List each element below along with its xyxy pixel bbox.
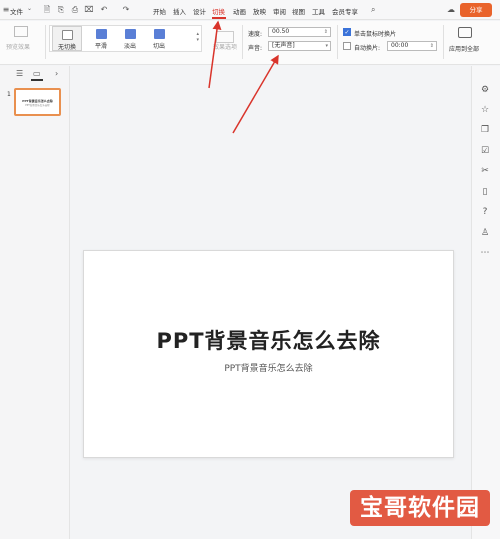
- settings-sliders-icon[interactable]: ⚙: [479, 84, 491, 96]
- slide-number: 1: [7, 91, 11, 98]
- cloud-icon[interactable]: ☁: [447, 5, 455, 14]
- gallery-more-icon[interactable]: ▴ ▾: [196, 31, 199, 43]
- menu-bar: ≡ 文件 ⌄ 🗎 ⎘ ⎙ ⌧ ↶ ↷ 开始 插入 设计 切换 动画 放映 审阅 …: [0, 0, 500, 20]
- transition-cut[interactable]: 切出: [144, 26, 174, 51]
- arrow-to-sound-select: [232, 54, 279, 134]
- divider: [45, 25, 46, 59]
- tab-member[interactable]: 会员专享: [332, 6, 358, 16]
- slide-canvas[interactable]: PPT背景音乐怎么去除 PPT背景音乐怎么去除: [83, 250, 454, 458]
- shirt-icon[interactable]: ♙: [479, 227, 491, 239]
- transition-smooth[interactable]: 平滑: [86, 26, 116, 51]
- tab-transitions[interactable]: 切换: [212, 6, 225, 16]
- tab-tools[interactable]: 工具: [312, 6, 325, 16]
- auto-advance-time-input[interactable]: 00:00 ⇕: [387, 41, 437, 51]
- slides-panel: ☰ ▭ › 1 PPT背景音乐怎么去除 PPT背景音乐怎么去除: [0, 66, 70, 539]
- slide-view-icon[interactable]: ▭: [33, 69, 41, 78]
- auto-advance-value: 00:00: [391, 42, 409, 49]
- transition-none[interactable]: 无切换: [52, 26, 82, 51]
- tab-review[interactable]: 审阅: [273, 6, 286, 16]
- transition-fade-label: 淡出: [123, 43, 136, 50]
- tab-view[interactable]: 视图: [292, 6, 305, 16]
- divider: [443, 25, 444, 59]
- speed-value: 00.50: [272, 28, 290, 35]
- copy-icon[interactable]: ❐: [479, 124, 491, 136]
- undo-icon[interactable]: ↶: [99, 5, 109, 15]
- tab-home[interactable]: 开始: [153, 6, 166, 16]
- effect-options-button[interactable]: 效果选项: [213, 42, 237, 51]
- watermark-logo: 宝哥软件园: [350, 490, 490, 526]
- active-tab-indicator: [212, 17, 226, 19]
- preview-effect-button[interactable]: 预览效果: [6, 42, 30, 51]
- tab-design[interactable]: 设计: [193, 6, 206, 16]
- check-image-icon[interactable]: ☑: [479, 145, 491, 157]
- book-icon[interactable]: ▯: [479, 186, 491, 198]
- search-icon[interactable]: ⌕: [371, 5, 375, 15]
- slide-thumbnail[interactable]: PPT背景音乐怎么去除 PPT背景音乐怎么去除: [14, 88, 61, 116]
- transition-cut-label: 切出: [152, 43, 165, 50]
- file-menu[interactable]: 文件: [10, 6, 23, 16]
- outline-view-icon[interactable]: ☰: [16, 69, 23, 78]
- transition-smooth-icon: [95, 29, 107, 39]
- transition-fade[interactable]: 淡出: [115, 26, 145, 51]
- apply-to-all-button[interactable]: 应用到全部: [449, 44, 479, 53]
- transition-none-label: 无切换: [57, 44, 76, 51]
- slide-title[interactable]: PPT背景音乐怎么去除: [84, 325, 453, 355]
- auto-advance-checkbox[interactable]: [343, 42, 351, 50]
- speed-label: 速度:: [248, 31, 263, 38]
- help-icon[interactable]: ?: [479, 206, 491, 218]
- transition-smooth-label: 平滑: [94, 43, 107, 50]
- slide-subtitle[interactable]: PPT背景音乐怎么去除: [84, 361, 453, 374]
- right-toolbar: ⚙ ☆ ❐ ☑ ✂ ▯ ? ♙ ⋯: [471, 66, 500, 539]
- chevron-right-icon[interactable]: ›: [55, 69, 58, 78]
- tab-insert[interactable]: 插入: [173, 6, 186, 16]
- redo-icon[interactable]: ↷: [121, 5, 131, 15]
- click-advance-label: 单击鼠标时换片: [354, 31, 397, 38]
- more-icon[interactable]: ⋯: [479, 247, 491, 259]
- stepper-icon[interactable]: ⇕: [430, 42, 434, 50]
- chevron-down-icon[interactable]: ▾: [325, 42, 328, 50]
- export-icon[interactable]: ⎘: [56, 5, 66, 15]
- active-view-indicator: [31, 79, 43, 81]
- stepper-icon[interactable]: ⇕: [324, 28, 328, 36]
- transition-gallery: 无切换 平滑 淡出 切出 ▴ ▾: [49, 25, 202, 52]
- format-painter-icon[interactable]: ⌧: [84, 5, 94, 15]
- share-button[interactable]: 分享: [460, 3, 492, 17]
- tab-slideshow[interactable]: 放映: [253, 6, 266, 16]
- auto-advance-label: 自动换片:: [354, 45, 381, 52]
- transition-fade-icon: [124, 29, 136, 39]
- preview-icon: [14, 26, 28, 37]
- scissors-icon[interactable]: ✂: [479, 165, 491, 177]
- apply-all-icon: [458, 27, 472, 38]
- sound-value: [无声音]: [272, 42, 295, 49]
- transitions-ribbon: 预览效果 无切换 平滑 淡出 切出 ▴ ▾ 效果选项 速度: 00.50 ⇕ 声音…: [0, 21, 500, 65]
- transition-cut-icon: [153, 29, 165, 39]
- chevron-down-icon[interactable]: ⌄: [27, 5, 32, 12]
- save-icon[interactable]: 🗎: [42, 5, 52, 15]
- divider: [337, 25, 338, 59]
- sound-label: 声音:: [248, 45, 263, 52]
- click-advance-checkbox[interactable]: ✓: [343, 28, 351, 36]
- speed-input[interactable]: 00.50 ⇕: [268, 27, 331, 37]
- tab-animation[interactable]: 动画: [233, 6, 246, 16]
- transition-none-icon: [61, 30, 73, 40]
- divider: [242, 25, 243, 59]
- thumbnail-subtitle: PPT背景音乐怎么去除: [25, 104, 50, 107]
- print-icon[interactable]: ⎙: [70, 5, 80, 15]
- sound-select[interactable]: [无声音] ▾: [268, 41, 331, 51]
- star-icon[interactable]: ☆: [479, 104, 491, 116]
